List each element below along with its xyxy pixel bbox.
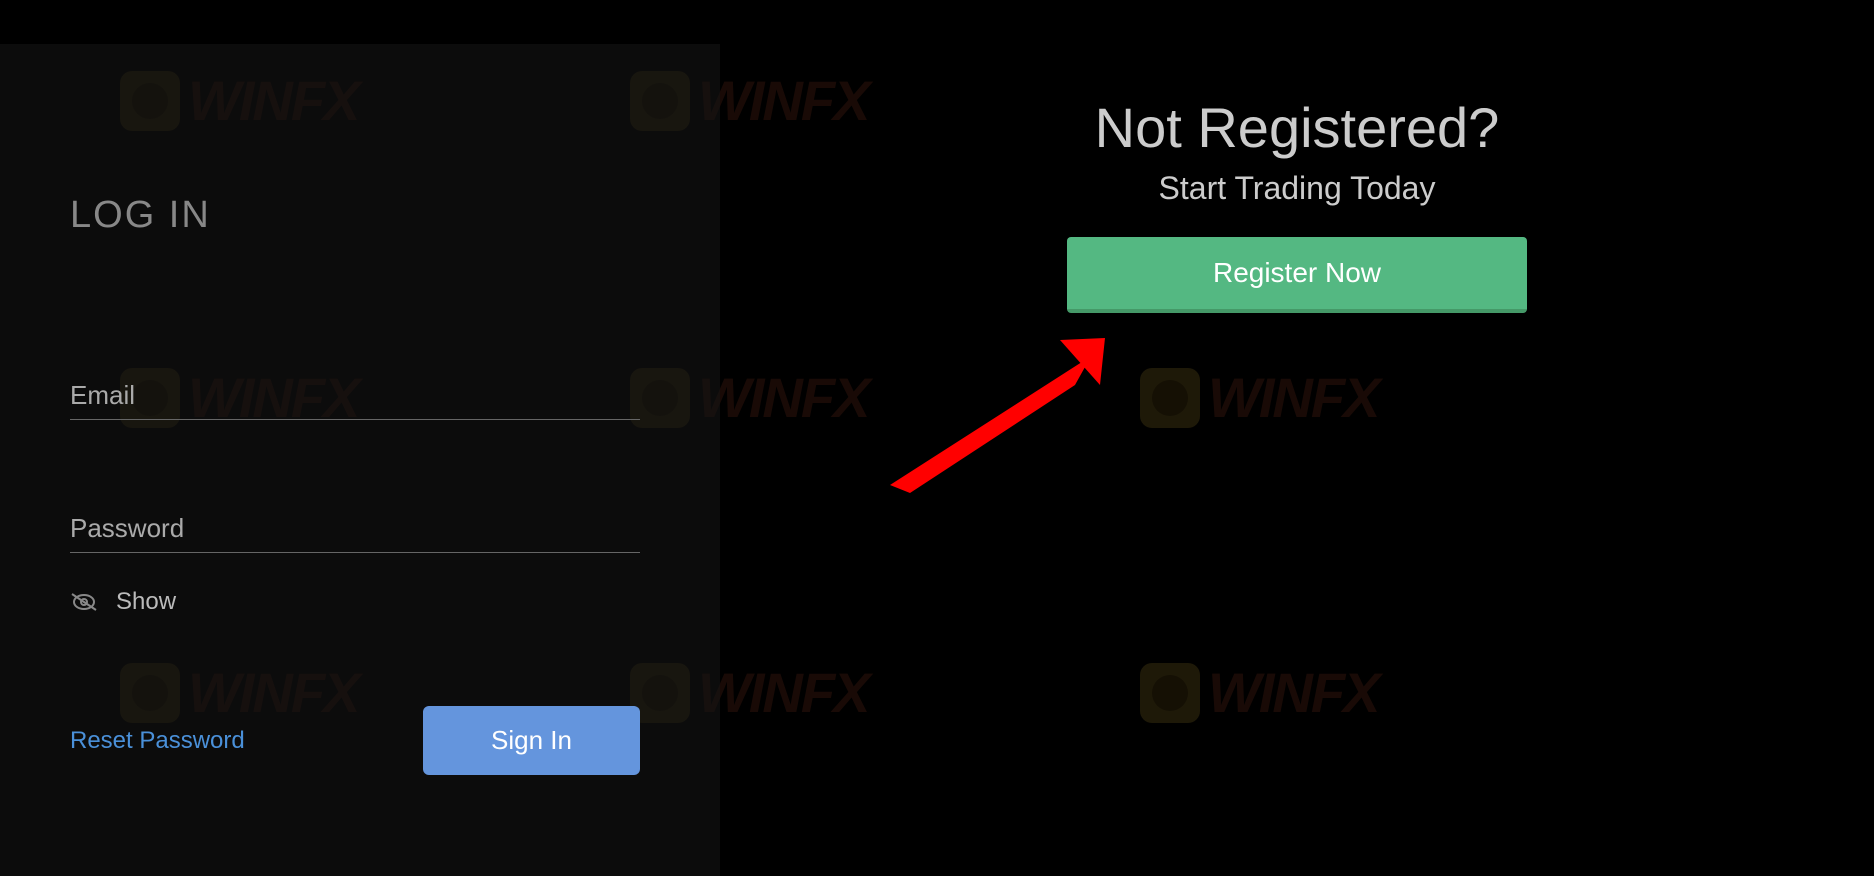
email-input[interactable] bbox=[70, 372, 640, 420]
show-password-toggle[interactable]: Show bbox=[70, 588, 655, 616]
show-label: Show bbox=[116, 588, 176, 616]
register-subtitle: Start Trading Today bbox=[720, 170, 1874, 207]
reset-password-link[interactable]: Reset Password bbox=[70, 727, 245, 755]
register-title: Not Registered? bbox=[720, 95, 1874, 160]
login-title: LOG IN bbox=[70, 194, 655, 237]
register-panel: Not Registered? Start Trading Today Regi… bbox=[720, 0, 1874, 876]
password-input[interactable] bbox=[70, 505, 640, 553]
login-panel: LOG IN Show Reset Password Sign In bbox=[0, 44, 720, 876]
signin-button[interactable]: Sign In bbox=[423, 706, 640, 775]
eye-off-icon bbox=[70, 592, 98, 612]
register-button[interactable]: Register Now bbox=[1067, 237, 1527, 313]
